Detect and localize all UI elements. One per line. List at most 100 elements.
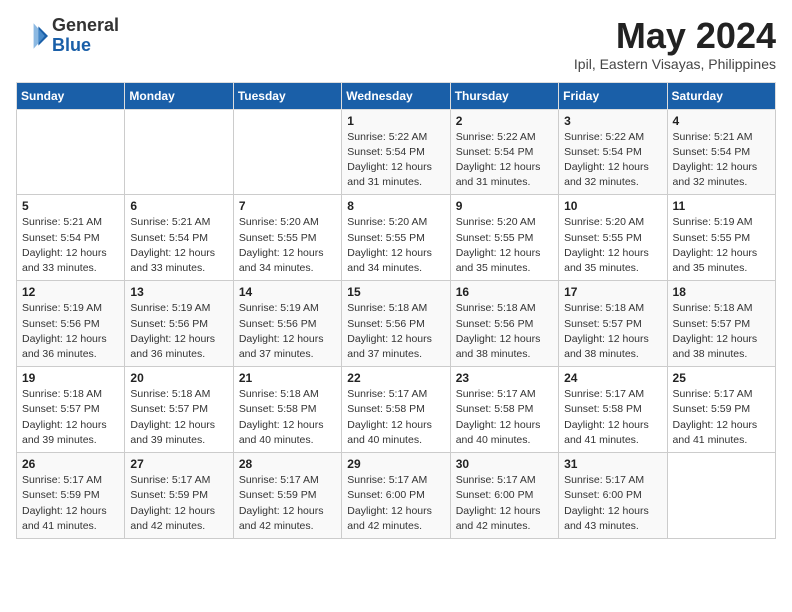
day-number: 25 — [673, 371, 770, 385]
calendar-cell: 12 Sunrise: 5:19 AM Sunset: 5:56 PM Dayli… — [17, 281, 125, 367]
day-number: 8 — [347, 199, 444, 213]
calendar-cell: 4Sunrise: 5:21 AM Sunset: 5:54 PM Daylig… — [667, 109, 775, 195]
weekday-header: Tuesday — [233, 82, 341, 109]
calendar-cell: 14 Sunrise: 5:19 AM Sunset: 5:56 PM Dayli… — [233, 281, 341, 367]
day-number: 24 — [564, 371, 661, 385]
day-info: Sunrise: 5:18 AM Sunset: 5:57 PM Dayligh… — [673, 301, 770, 362]
calendar-cell: 18 Sunrise: 5:18 AM Sunset: 5:57 PM Dayli… — [667, 281, 775, 367]
day-number: 1 — [347, 114, 444, 128]
weekday-header: Thursday — [450, 82, 558, 109]
calendar-cell: 26Sunrise: 5:17 AM Sunset: 5:59 PM Dayli… — [17, 453, 125, 539]
calendar-cell: 15 Sunrise: 5:18 AM Sunset: 5:56 PM Dayli… — [342, 281, 450, 367]
calendar-cell: 28Sunrise: 5:17 AM Sunset: 5:59 PM Dayli… — [233, 453, 341, 539]
logo-blue: Blue — [52, 35, 91, 55]
day-info: Sunrise: 5:20 AM Sunset: 5:55 PM Dayligh… — [347, 215, 444, 276]
day-info: Sunrise: 5:20 AM Sunset: 5:55 PM Dayligh… — [564, 215, 661, 276]
day-number: 30 — [456, 457, 553, 471]
calendar-cell: 6 Sunrise: 5:21 AM Sunset: 5:54 PM Daylig… — [125, 195, 233, 281]
logo: General Blue — [16, 16, 119, 56]
day-number: 26 — [22, 457, 119, 471]
calendar-cell: 21Sunrise: 5:18 AM Sunset: 5:58 PM Dayli… — [233, 367, 341, 453]
day-number: 7 — [239, 199, 336, 213]
day-number: 23 — [456, 371, 553, 385]
day-info: Sunrise: 5:19 AM Sunset: 5:56 PM Dayligh… — [130, 301, 227, 362]
day-number: 10 — [564, 199, 661, 213]
weekday-header: Wednesday — [342, 82, 450, 109]
month-title: May 2024 — [574, 16, 776, 56]
location: Ipil, Eastern Visayas, Philippines — [574, 56, 776, 72]
day-info: Sunrise: 5:18 AM Sunset: 5:56 PM Dayligh… — [456, 301, 553, 362]
calendar-cell: 9 Sunrise: 5:20 AM Sunset: 5:55 PM Daylig… — [450, 195, 558, 281]
calendar-cell: 27Sunrise: 5:17 AM Sunset: 5:59 PM Dayli… — [125, 453, 233, 539]
calendar-cell: 1Sunrise: 5:22 AM Sunset: 5:54 PM Daylig… — [342, 109, 450, 195]
day-number: 13 — [130, 285, 227, 299]
day-info: Sunrise: 5:18 AM Sunset: 5:57 PM Dayligh… — [564, 301, 661, 362]
calendar-cell: 31 Sunrise: 5:17 AM Sunset: 6:00 PM Dayli… — [559, 453, 667, 539]
calendar-cell: 7Sunrise: 5:20 AM Sunset: 5:55 PM Daylig… — [233, 195, 341, 281]
day-number: 22 — [347, 371, 444, 385]
logo-text: General Blue — [52, 16, 119, 56]
day-info: Sunrise: 5:18 AM Sunset: 5:56 PM Dayligh… — [347, 301, 444, 362]
day-info: Sunrise: 5:19 AM Sunset: 5:56 PM Dayligh… — [239, 301, 336, 362]
day-info: Sunrise: 5:18 AM Sunset: 5:58 PM Dayligh… — [239, 387, 336, 448]
weekday-header: Friday — [559, 82, 667, 109]
calendar-week-row: 12 Sunrise: 5:19 AM Sunset: 5:56 PM Dayli… — [17, 281, 776, 367]
page-header: General Blue May 2024 Ipil, Eastern Visa… — [16, 16, 776, 72]
logo-icon — [16, 20, 48, 52]
day-info: Sunrise: 5:20 AM Sunset: 5:55 PM Dayligh… — [456, 215, 553, 276]
calendar-week-row: 1 Sunrise: 5:22 AM Sunset: 5:54 PM Daylig… — [17, 109, 776, 195]
day-info: Sunrise: 5:17 AM Sunset: 5:58 PM Dayligh… — [564, 387, 661, 448]
weekday-header-row: SundayMondayTuesdayWednesdayThursdayFrid… — [17, 82, 776, 109]
day-info: Sunrise: 5:21 AM Sunset: 5:54 PM Dayligh… — [130, 215, 227, 276]
calendar-cell: 11Sunrise: 5:19 AM Sunset: 5:55 PM Dayli… — [667, 195, 775, 281]
calendar-week-row: 19 Sunrise: 5:18 AM Sunset: 5:57 PM Dayli… — [17, 367, 776, 453]
calendar-cell: 22Sunrise: 5:17 AM Sunset: 5:58 PM Dayli… — [342, 367, 450, 453]
day-info: Sunrise: 5:17 AM Sunset: 5:59 PM Dayligh… — [130, 473, 227, 534]
day-number: 19 — [22, 371, 119, 385]
calendar-table: SundayMondayTuesdayWednesdayThursdayFrid… — [16, 82, 776, 539]
weekday-header: Monday — [125, 82, 233, 109]
day-info: Sunrise: 5:18 AM Sunset: 5:57 PM Dayligh… — [130, 387, 227, 448]
calendar-week-row: 5 Sunrise: 5:21 AM Sunset: 5:54 PM Daylig… — [17, 195, 776, 281]
title-block: May 2024 Ipil, Eastern Visayas, Philippi… — [574, 16, 776, 72]
day-info: Sunrise: 5:17 AM Sunset: 6:00 PM Dayligh… — [564, 473, 661, 534]
day-number: 5 — [22, 199, 119, 213]
calendar-cell: 30 Sunrise: 5:17 AM Sunset: 6:00 PM Dayli… — [450, 453, 558, 539]
calendar-cell: 3 Sunrise: 5:22 AM Sunset: 5:54 PM Daylig… — [559, 109, 667, 195]
day-info: Sunrise: 5:17 AM Sunset: 5:59 PM Dayligh… — [239, 473, 336, 534]
calendar-cell: 2Sunrise: 5:22 AM Sunset: 5:54 PM Daylig… — [450, 109, 558, 195]
day-number: 16 — [456, 285, 553, 299]
day-number: 4 — [673, 114, 770, 128]
weekday-header: Sunday — [17, 82, 125, 109]
day-info: Sunrise: 5:17 AM Sunset: 5:59 PM Dayligh… — [673, 387, 770, 448]
calendar-cell: 5 Sunrise: 5:21 AM Sunset: 5:54 PM Daylig… — [17, 195, 125, 281]
day-number: 29 — [347, 457, 444, 471]
day-info: Sunrise: 5:17 AM Sunset: 6:00 PM Dayligh… — [456, 473, 553, 534]
day-number: 31 — [564, 457, 661, 471]
calendar-cell: 29 Sunrise: 5:17 AM Sunset: 6:00 PM Dayli… — [342, 453, 450, 539]
day-info: Sunrise: 5:22 AM Sunset: 5:54 PM Dayligh… — [564, 130, 661, 191]
day-number: 20 — [130, 371, 227, 385]
day-number: 12 — [22, 285, 119, 299]
day-number: 17 — [564, 285, 661, 299]
calendar-week-row: 26 Sunrise: 5:17 AM Sunset: 5:59 PM Dayli… — [17, 453, 776, 539]
day-info: Sunrise: 5:21 AM Sunset: 5:54 PM Dayligh… — [22, 215, 119, 276]
weekday-header: Saturday — [667, 82, 775, 109]
day-info: Sunrise: 5:17 AM Sunset: 5:58 PM Dayligh… — [456, 387, 553, 448]
calendar-cell: 24 Sunrise: 5:17 AM Sunset: 5:58 PM Dayli… — [559, 367, 667, 453]
day-number: 14 — [239, 285, 336, 299]
day-info: Sunrise: 5:22 AM Sunset: 5:54 PM Dayligh… — [456, 130, 553, 191]
day-info: Sunrise: 5:19 AM Sunset: 5:56 PM Dayligh… — [22, 301, 119, 362]
calendar-cell: 10 Sunrise: 5:20 AM Sunset: 5:55 PM Dayli… — [559, 195, 667, 281]
day-info: Sunrise: 5:17 AM Sunset: 6:00 PM Dayligh… — [347, 473, 444, 534]
calendar-cell — [125, 109, 233, 195]
day-info: Sunrise: 5:19 AM Sunset: 5:55 PM Dayligh… — [673, 215, 770, 276]
day-number: 15 — [347, 285, 444, 299]
day-number: 9 — [456, 199, 553, 213]
day-number: 18 — [673, 285, 770, 299]
calendar-cell: 25 Sunrise: 5:17 AM Sunset: 5:59 PM Dayli… — [667, 367, 775, 453]
day-number: 3 — [564, 114, 661, 128]
day-number: 6 — [130, 199, 227, 213]
day-info: Sunrise: 5:18 AM Sunset: 5:57 PM Dayligh… — [22, 387, 119, 448]
logo-general: General — [52, 15, 119, 35]
